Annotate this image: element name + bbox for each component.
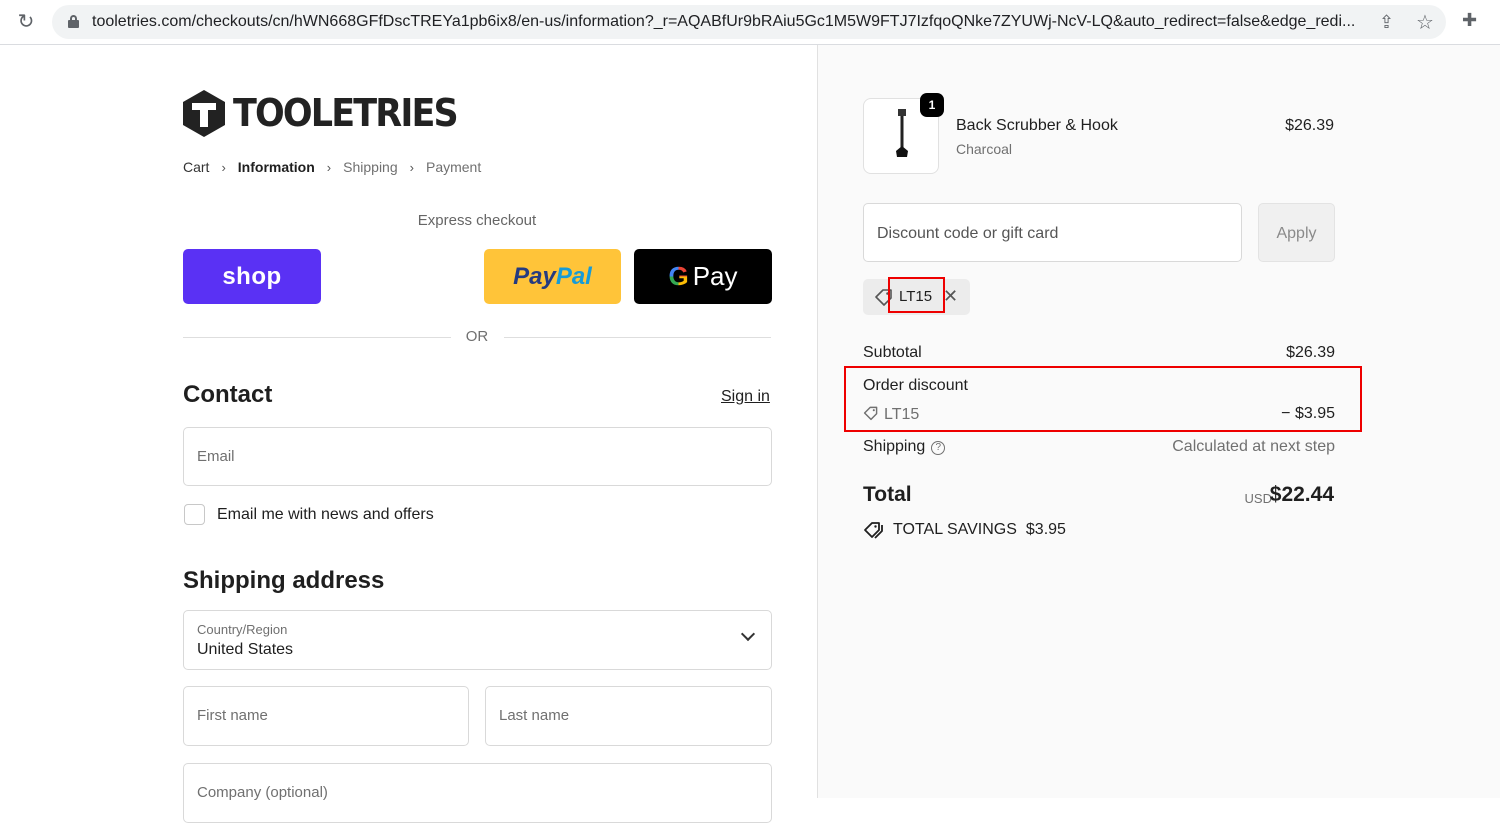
contact-heading: Contact [183, 381, 273, 408]
discount-placeholder: Discount code or gift card [877, 225, 1059, 242]
order-summary: 1 Back Scrubber & Hook Charcoal $26.39 D… [817, 45, 1500, 798]
last-name-placeholder: Last name [499, 707, 570, 724]
share-icon[interactable]: ⇪ [1379, 12, 1394, 33]
breadcrumb-shipping: Shipping [343, 159, 398, 175]
sign-in-link[interactable]: Sign in [721, 388, 770, 406]
brand-name: TOOLETRIES [233, 91, 459, 135]
checkout-main: TOOLETRIES Cart › Information › Shipping… [0, 45, 817, 823]
currency-code: USD [1244, 491, 1272, 506]
last-name-field[interactable]: Last name [485, 686, 772, 746]
star-icon[interactable]: ☆ [1416, 10, 1434, 35]
chevron-right-icon: › [326, 159, 332, 175]
savings-label: TOTAL SAVINGS [893, 521, 1017, 538]
first-name-placeholder: First name [197, 707, 268, 724]
breadcrumb-cart[interactable]: Cart [183, 159, 209, 175]
browser-toolbar: ↻ tooletries.com/checkouts/cn/hWN668GFfD… [0, 0, 1500, 45]
country-select[interactable]: Country/Region United States [183, 610, 772, 670]
quantity-badge: 1 [920, 93, 944, 117]
express-checkout-title: Express checkout [417, 212, 537, 229]
shipping-row: Shipping? Calculated at next step [863, 438, 1335, 456]
company-placeholder: Company (optional) [197, 784, 328, 801]
company-field[interactable]: Company (optional) [183, 763, 772, 823]
product-price: $26.39 [1285, 117, 1334, 134]
highlight-box [844, 366, 1362, 432]
brand-logo[interactable]: TOOLETRIES [183, 89, 476, 137]
email-field[interactable]: Email [183, 427, 772, 486]
subtotal-row: Subtotal $26.39 [863, 344, 1335, 362]
email-placeholder: Email [197, 448, 235, 465]
first-name-field[interactable]: First name [183, 686, 469, 746]
chevron-right-icon: › [221, 159, 226, 175]
paypal-pal-text: Pal [555, 262, 592, 290]
extensions-icon[interactable]: ✚ [1462, 10, 1477, 31]
product-variant: Charcoal [956, 141, 1013, 157]
news-checkbox[interactable] [184, 504, 205, 525]
total-savings: TOTAL SAVINGS $3.95 [863, 520, 1066, 540]
url-text[interactable]: tooletries.com/checkouts/cn/hWN668GFfDsc… [92, 13, 1372, 31]
savings-value: $3.95 [1025, 521, 1066, 538]
google-g-icon: G [668, 261, 689, 291]
chevron-right-icon: › [409, 159, 414, 175]
reload-icon[interactable]: ↻ [14, 10, 38, 34]
country-label: Country/Region [197, 622, 288, 637]
google-pay-label: Pay [692, 261, 738, 291]
subtotal-label: Subtotal [863, 344, 922, 361]
lock-icon[interactable] [68, 15, 79, 28]
paypal-button[interactable]: Pay Pal [484, 249, 621, 304]
shop-pay-button[interactable]: shop [183, 249, 321, 304]
google-pay-button[interactable]: G Pay [634, 249, 772, 304]
breadcrumb-payment: Payment [425, 159, 482, 175]
highlight-box [888, 277, 945, 313]
paypal-pay-text: Pay [513, 262, 556, 290]
discount-code-input[interactable]: Discount code or gift card [863, 203, 1242, 262]
shipping-address-heading: Shipping address [183, 567, 385, 594]
or-text: OR [465, 328, 489, 345]
shipping-label: Shipping [863, 438, 926, 455]
help-icon[interactable]: ? [931, 441, 946, 455]
total-value: $22.44 [1269, 483, 1334, 506]
apply-button[interactable]: Apply [1258, 203, 1335, 262]
close-icon[interactable]: ✕ [943, 286, 958, 307]
breadcrumb-information: Information [237, 159, 315, 175]
news-checkbox-label[interactable]: Email me with news and offers [217, 506, 434, 524]
country-value: United States [197, 641, 294, 658]
chevron-down-icon [740, 626, 756, 642]
breadcrumb: Cart › Information › Shipping › Payment [183, 159, 481, 175]
tags-icon [864, 522, 883, 539]
subtotal-value: $26.39 [1286, 344, 1335, 361]
shipping-value: Calculated at next step [1172, 438, 1335, 455]
product-name: Back Scrubber & Hook [956, 117, 1118, 134]
or-divider: OR [183, 328, 771, 346]
address-bar[interactable]: tooletries.com/checkouts/cn/hWN668GFfDsc… [52, 5, 1446, 39]
brand-logo-icon [183, 89, 225, 137]
total-label: Total [863, 483, 912, 506]
